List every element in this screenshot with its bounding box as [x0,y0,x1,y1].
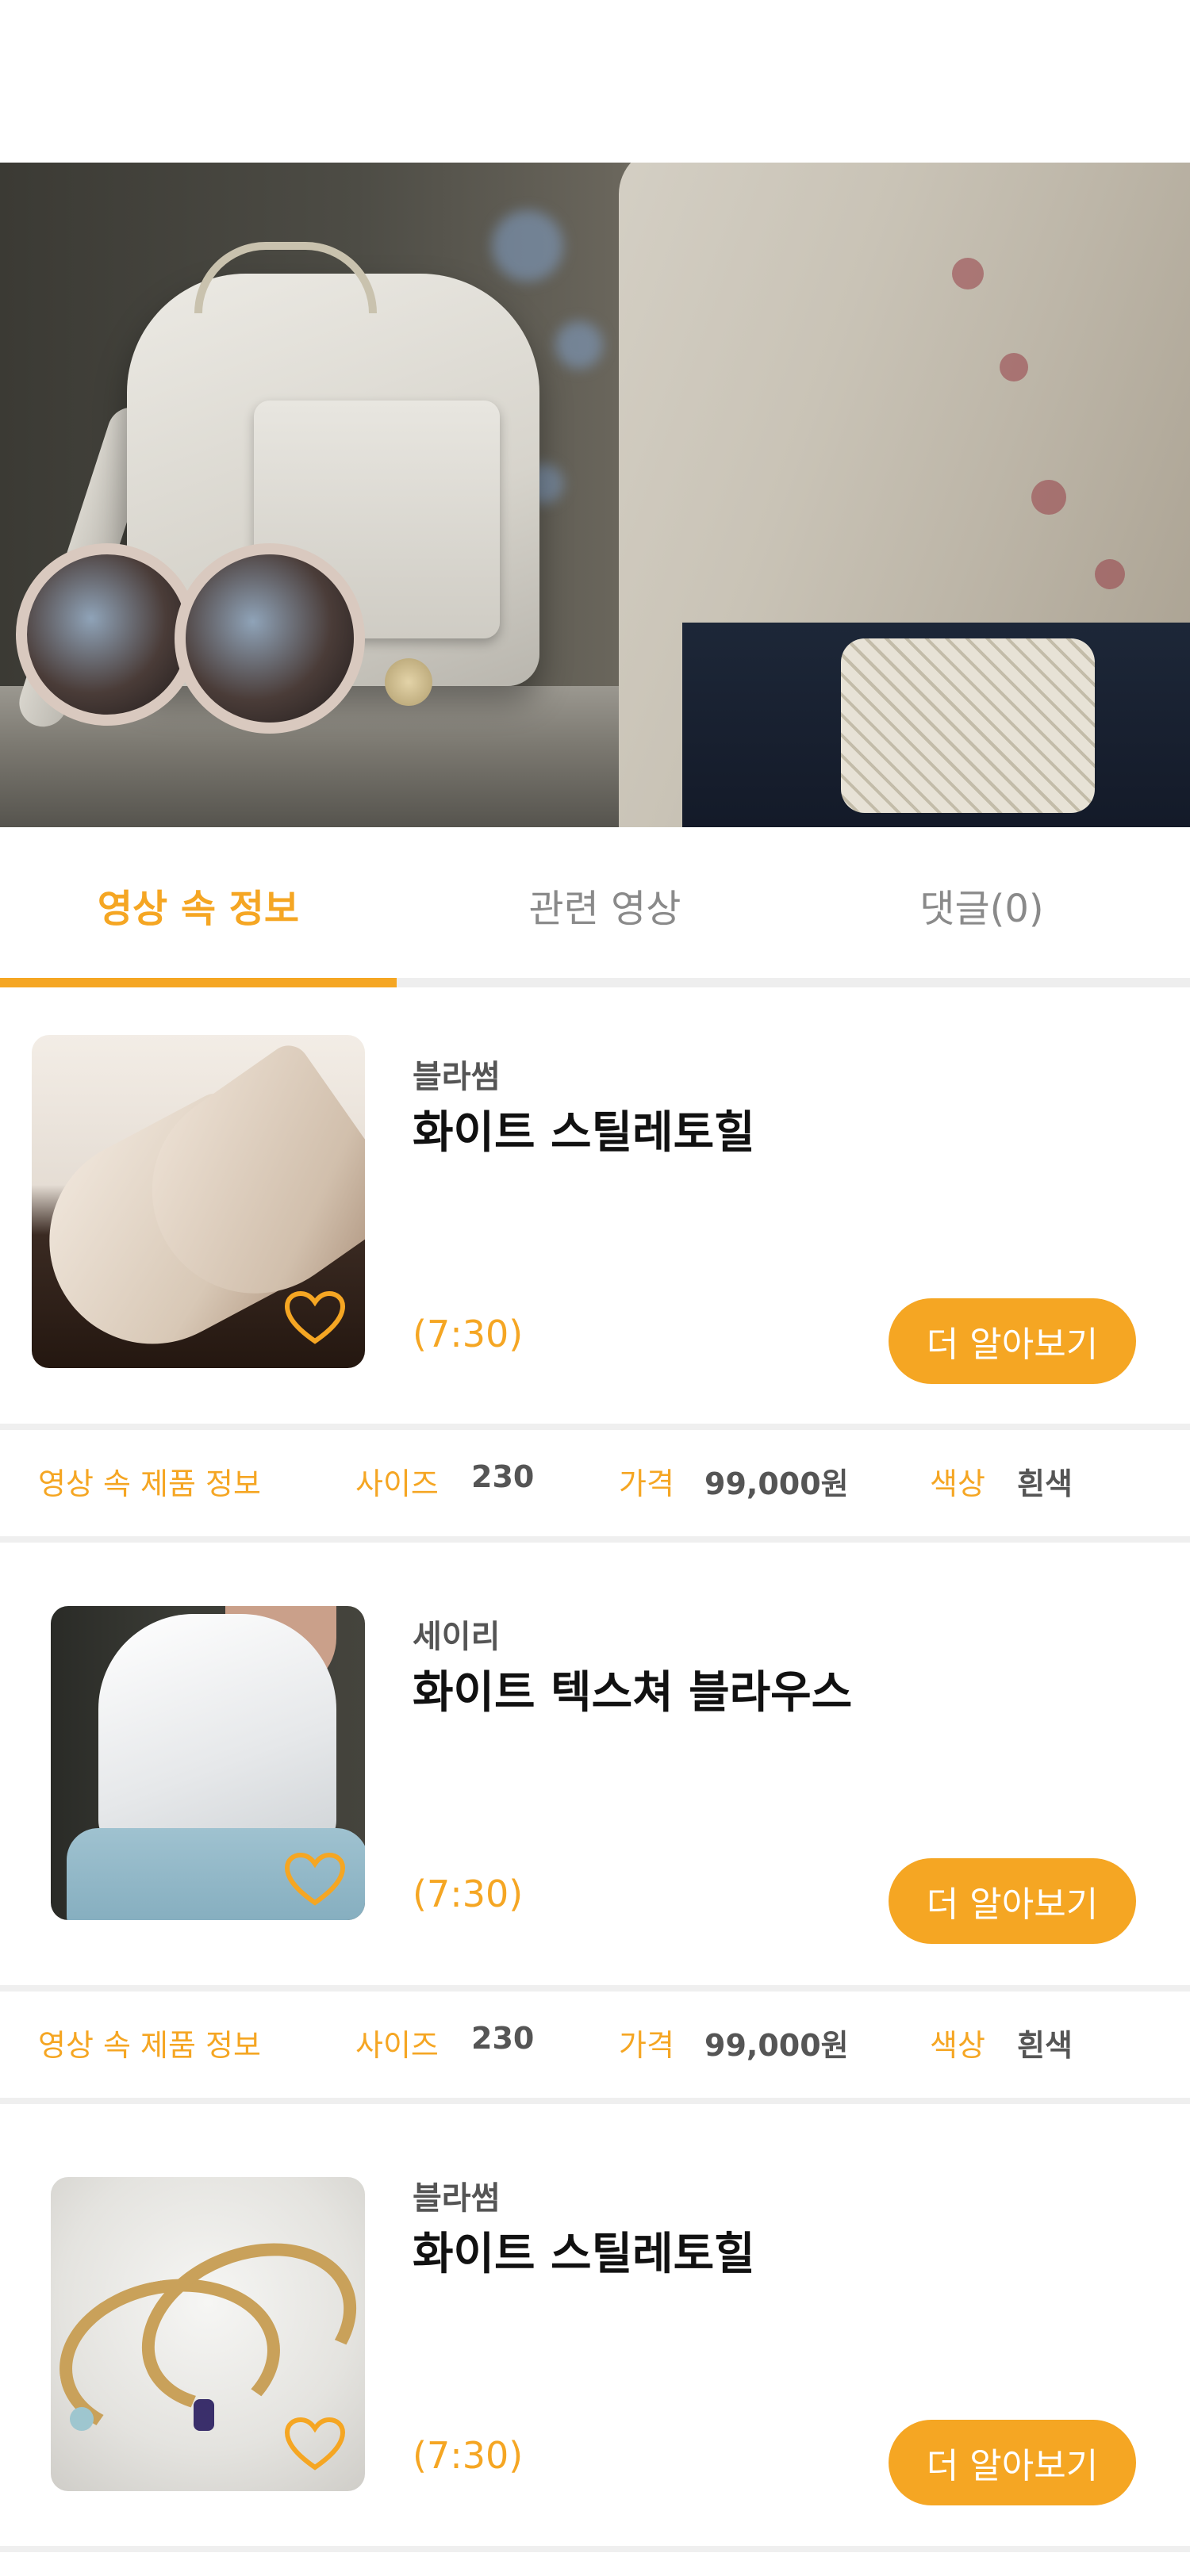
product-card[interactable]: 블라썸 화이트 스틸레토힐 (7:30) 더 알아보기 [0,987,1190,1384]
price-label: 가격 [619,2028,674,2063]
gem-charm [70,2407,94,2431]
model-blouse-image [619,163,1190,827]
tab-active-indicator [0,978,397,987]
learn-more-button[interactable]: 더 알아보기 [889,1858,1136,1944]
learn-more-button[interactable]: 더 알아보기 [889,1298,1136,1384]
gem-charm [194,2399,214,2431]
color-value: 흰색 [1017,1466,1073,1501]
tab-bar: 영상 속 정보 관련 영상 댓글(0) [0,827,1190,986]
embroidery [1031,480,1066,515]
tab-video-info[interactable]: 영상 속 정보 [0,827,397,982]
divider [0,2546,1190,2552]
tab-comments[interactable]: 댓글(0) [813,827,1150,982]
product-info-bar: 영상 속 제품 정보 사이즈 230 가격 99,000원 색상 흰색 [0,1424,1190,1543]
size-label: 사이즈 [355,1466,439,1501]
bokeh-light [555,321,603,369]
embroidery [952,258,984,289]
color-value: 흰색 [1017,2028,1073,2063]
embroidery [1000,353,1028,381]
product-info-bar: 영상 속 제품 정보 사이즈 230 가격 99,000원 색상 흰색 [0,1985,1190,2104]
embroidery [1095,559,1125,589]
status-area [0,0,1190,163]
size-value: 230 [471,2021,535,2056]
price-value: 99,000원 [704,1466,849,1501]
blouse-image [98,1614,336,1852]
sunglasses-lens-right [175,543,365,734]
info-title: 영상 속 제품 정보 [38,2028,261,2063]
heart-icon[interactable] [284,2417,346,2472]
sleeve-cuff [841,638,1095,813]
hero-video-image[interactable] [0,163,1190,827]
product-timestamp[interactable]: (7:30) [413,1313,523,1355]
learn-more-button[interactable]: 더 알아보기 [889,2420,1136,2505]
info-title: 영상 속 제품 정보 [38,1466,261,1501]
heart-icon[interactable] [284,1852,346,1907]
size-value: 230 [471,1459,535,1494]
product-card[interactable]: 블라썸 화이트 스틸레토힐 (7:30) 더 알아보기 [0,2104,1190,2505]
price-label: 가격 [619,1466,674,1501]
product-name: 화이트 스틸레토힐 [413,1107,755,1159]
color-label: 색상 [930,2028,985,2063]
product-timestamp[interactable]: (7:30) [413,2434,523,2477]
product-brand: 세이리 [413,1619,501,1655]
product-brand: 블라썸 [413,2180,501,2217]
bag-clasp [194,242,377,313]
product-name: 화이트 텍스쳐 블라우스 [413,1667,853,1719]
product-timestamp[interactable]: (7:30) [413,1873,523,1915]
sunglasses-lens-left [16,543,198,726]
product-card[interactable]: 세이리 화이트 텍스쳐 블라우스 (7:30) 더 알아보기 [0,1543,1190,1944]
size-label: 사이즈 [355,2028,439,2063]
product-brand: 블라썸 [413,1059,501,1095]
bag-lock [385,658,432,706]
price-value: 99,000원 [704,2028,849,2063]
heart-icon[interactable] [284,1290,346,1346]
bokeh-light [492,210,563,282]
tab-related-videos[interactable]: 관련 영상 [397,827,813,982]
product-name: 화이트 스틸레토힐 [413,2229,755,2280]
color-label: 색상 [930,1466,985,1501]
